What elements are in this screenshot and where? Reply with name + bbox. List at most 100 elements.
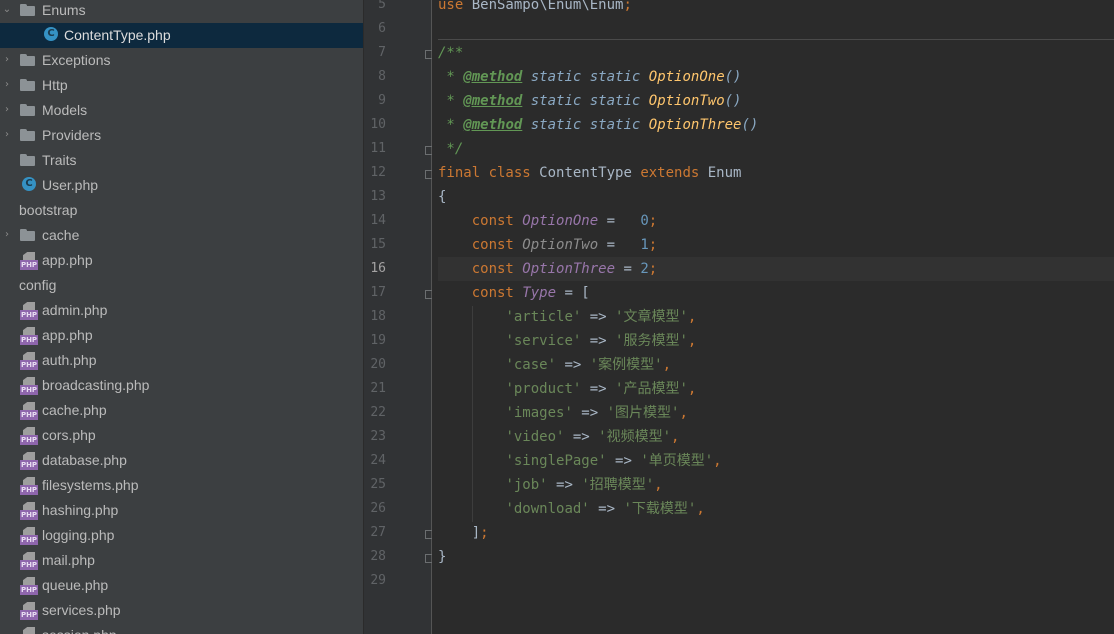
- tree-item[interactable]: › Http: [0, 73, 363, 98]
- code-line[interactable]: 'service' => '服务模型',: [438, 329, 1114, 353]
- tree-item[interactable]: ⌄ Enums: [0, 0, 363, 23]
- code-token: ,: [696, 501, 705, 517]
- tree-item[interactable]: PHP cache.php: [0, 398, 363, 423]
- line-number: 8: [378, 69, 386, 84]
- tree-item[interactable]: › Providers: [0, 123, 363, 148]
- code-token: OptionTwo: [648, 93, 725, 109]
- code-token: =>: [581, 333, 616, 349]
- tree-item[interactable]: PHP logging.php: [0, 523, 363, 548]
- code-token: {: [438, 189, 447, 205]
- tree-item[interactable]: PHP services.php: [0, 598, 363, 623]
- tree-item[interactable]: PHP queue.php: [0, 573, 363, 598]
- php-file-icon: PHP: [20, 502, 38, 520]
- code-line[interactable]: 'images' => '图片模型',: [438, 401, 1114, 425]
- code-line[interactable]: 'video' => '视频模型',: [438, 425, 1114, 449]
- tree-item[interactable]: › Exceptions: [0, 48, 363, 73]
- code-line[interactable]: const OptionTwo = 1;: [438, 233, 1114, 257]
- code-token: =: [615, 261, 641, 277]
- tree-item[interactable]: PHP mail.php: [0, 548, 363, 573]
- tree-item[interactable]: bootstrap: [0, 198, 363, 223]
- tree-item[interactable]: PHP hashing.php: [0, 498, 363, 523]
- code-line[interactable]: use BenSampo\Enum\Enum;: [438, 0, 1114, 17]
- tree-item[interactable]: C User.php: [0, 173, 363, 198]
- code-token: Type: [522, 285, 557, 301]
- code-token: ,: [662, 357, 672, 373]
- code-line[interactable]: final class ContentType extends Enum: [438, 161, 1114, 185]
- code-line[interactable]: */: [438, 137, 1114, 161]
- tree-item-label: services.php: [42, 602, 121, 618]
- tree-item[interactable]: › cache: [0, 223, 363, 248]
- tree-item[interactable]: PHP app.php: [0, 323, 363, 348]
- tree-item[interactable]: PHP filesystems.php: [0, 473, 363, 498]
- code-line[interactable]: ];: [438, 521, 1114, 545]
- tree-item-label: cache.php: [42, 402, 107, 418]
- code-token: '案例模型': [589, 357, 663, 373]
- tree-item-label: Models: [42, 102, 88, 118]
- code-token: OptionOne: [522, 213, 599, 229]
- tree-item[interactable]: › Models: [0, 98, 363, 123]
- code-line[interactable]: 'download' => '下载模型',: [438, 497, 1114, 521]
- code-token: ;: [648, 237, 658, 253]
- code-line[interactable]: 'case' => '案例模型',: [438, 353, 1114, 377]
- code-token: *: [438, 93, 464, 109]
- code-token: @method: [463, 93, 523, 109]
- line-number: 22: [370, 405, 386, 420]
- expand-arrow-down-icon[interactable]: ⌄: [2, 4, 12, 16]
- expand-arrow-right-icon[interactable]: ›: [2, 104, 12, 116]
- tree-item-label: hashing.php: [42, 502, 119, 518]
- code-line[interactable]: * @method static static OptionOne(): [438, 65, 1114, 89]
- code-line[interactable]: 'article' => '文章模型',: [438, 305, 1114, 329]
- code-line[interactable]: * @method static static OptionTwo(): [438, 89, 1114, 113]
- tree-item[interactable]: config: [0, 273, 363, 298]
- code-token: ;: [623, 0, 632, 13]
- code-token: ContentType: [539, 165, 641, 181]
- php-file-icon: PHP: [20, 477, 38, 495]
- code-token: '下载模型': [623, 501, 697, 517]
- line-number: 24: [370, 453, 386, 468]
- expand-arrow-right-icon[interactable]: ›: [2, 229, 12, 241]
- line-number: 20: [370, 357, 386, 372]
- expand-arrow-right-icon[interactable]: ›: [2, 129, 12, 141]
- code-token: '招聘模型': [581, 477, 655, 493]
- code-token: /**: [438, 45, 464, 61]
- code-token: const: [471, 261, 523, 277]
- code-line[interactable]: [438, 569, 1114, 593]
- expand-arrow-right-icon[interactable]: ›: [2, 79, 12, 91]
- code-line[interactable]: /**: [438, 41, 1114, 65]
- code-editor[interactable]: use BenSampo\Enum\Enum; /** * @method sta…: [432, 0, 1114, 634]
- tree-item[interactable]: Traits: [0, 148, 363, 173]
- tree-item[interactable]: PHP cors.php: [0, 423, 363, 448]
- code-line[interactable]: [438, 17, 1114, 41]
- project-tree: ⌄ Enums C ContentType.php › Exceptions › Http › M…: [0, 0, 364, 634]
- tree-item[interactable]: C ContentType.php: [0, 23, 363, 48]
- tree-item[interactable]: PHP app.php: [0, 248, 363, 273]
- code-token: const: [471, 237, 523, 253]
- code-token: 2: [640, 261, 649, 277]
- code-line[interactable]: 'job' => '招聘模型',: [438, 473, 1114, 497]
- tree-item[interactable]: PHP database.php: [0, 448, 363, 473]
- code-token: OptionThree: [648, 117, 742, 133]
- code-line[interactable]: 'product' => '产品模型',: [438, 377, 1114, 401]
- code-token: ,: [687, 309, 697, 325]
- expand-arrow-right-icon[interactable]: ›: [2, 54, 12, 66]
- code-line[interactable]: {: [438, 185, 1114, 209]
- code-line[interactable]: }: [438, 545, 1114, 569]
- code-line[interactable]: const OptionThree = 2;: [438, 257, 1114, 281]
- tree-item-label: cache: [42, 227, 80, 243]
- tree-item[interactable]: PHP broadcasting.php: [0, 373, 363, 398]
- code-token: 'singlePage': [505, 453, 607, 469]
- code-line[interactable]: * @method static static OptionThree(): [438, 113, 1114, 137]
- code-token: 1: [640, 237, 649, 253]
- code-line[interactable]: const Type = [: [438, 281, 1114, 305]
- tree-item[interactable]: PHP admin.php: [0, 298, 363, 323]
- code-line[interactable]: 'singlePage' => '单页模型',: [438, 449, 1114, 473]
- code-token: '服务模型': [615, 333, 688, 349]
- line-number: 5: [378, 0, 386, 12]
- tree-item[interactable]: PHP session.php: [0, 623, 363, 634]
- code-line[interactable]: const OptionOne = 0;: [438, 209, 1114, 233]
- tree-item-label: admin.php: [42, 302, 108, 318]
- tree-item[interactable]: PHP auth.php: [0, 348, 363, 373]
